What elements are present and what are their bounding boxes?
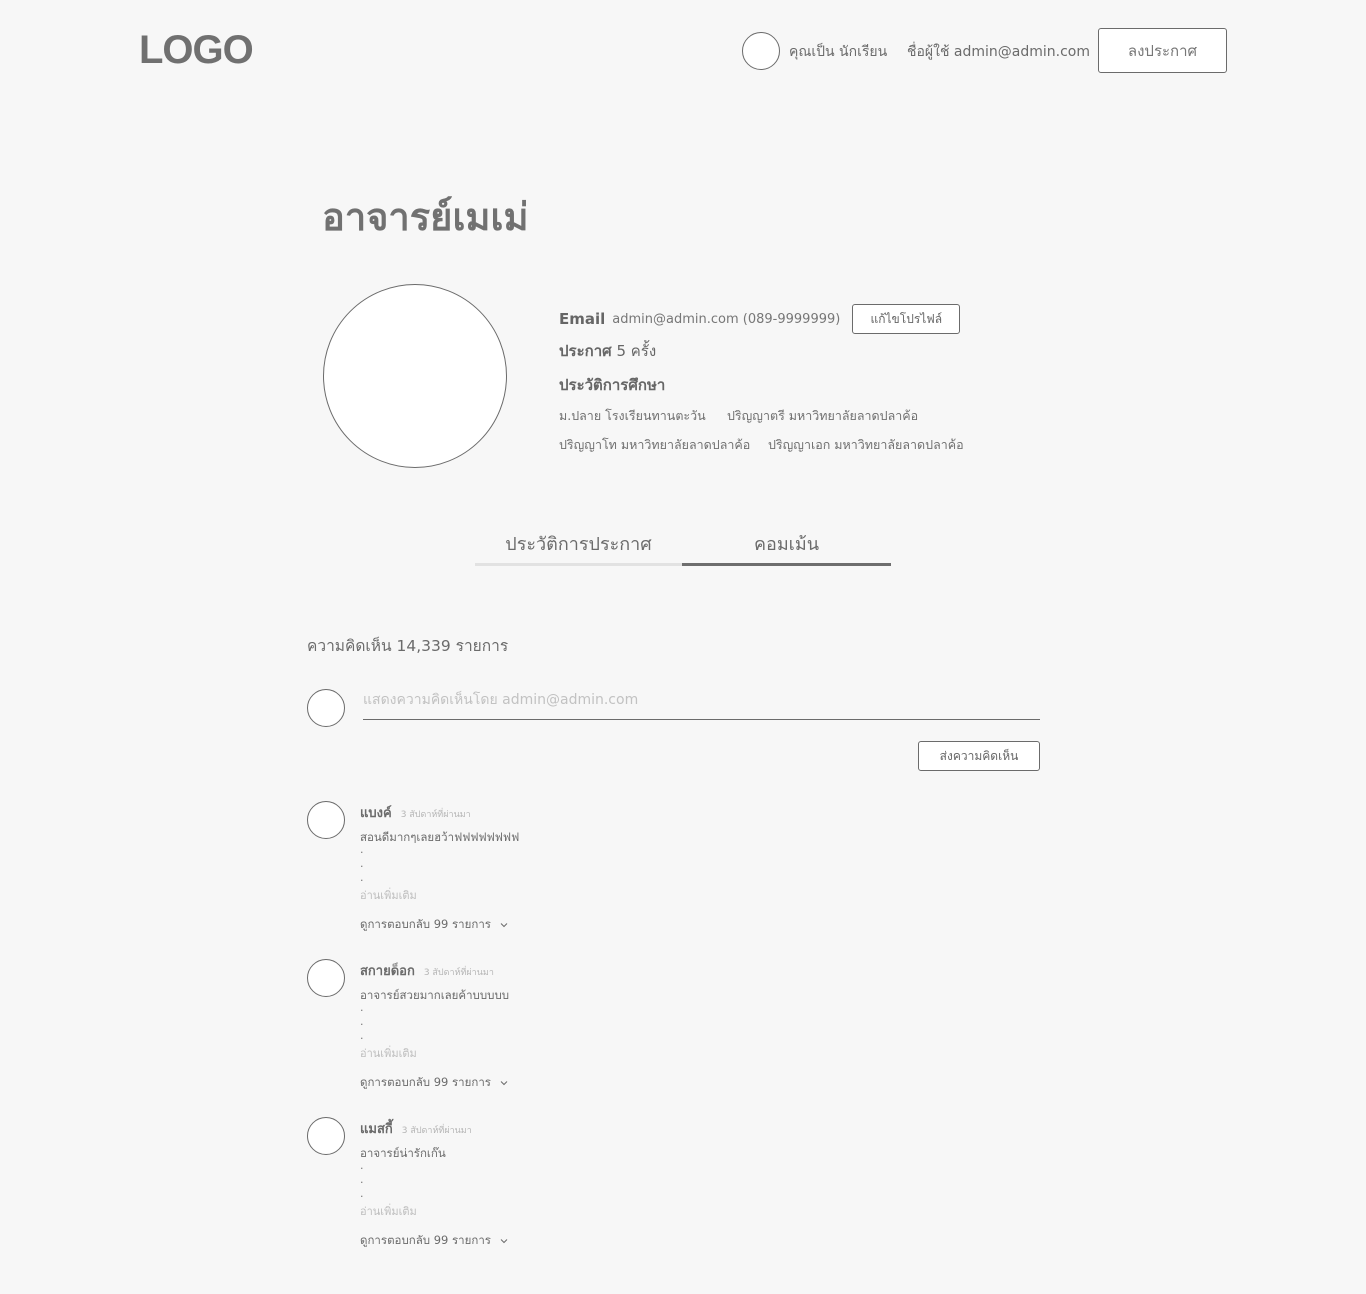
send-comment-button[interactable]: ส่งความคิดเห็น — [918, 741, 1040, 771]
view-replies-button[interactable]: ดูการตอบกลับ 99 รายการ — [360, 1074, 509, 1092]
education-item: ปริญญาเอก มหาวิทยาลัยลาดปลาค้อ — [768, 437, 964, 452]
chevron-down-icon — [500, 1081, 508, 1086]
education-title: ประวัติการศึกษา — [559, 376, 666, 394]
profile-avatar — [323, 284, 507, 468]
post-count-value: 5 ครั้ง — [616, 342, 657, 360]
comment-header: สกายด็อก 3 สัปดาห์ที่ผ่านมา — [360, 960, 494, 981]
chevron-down-icon — [500, 923, 508, 928]
comment-header: แบงค์ 3 สัปดาห์ที่ผ่านมา — [360, 802, 471, 823]
view-replies-button[interactable]: ดูการตอบกลับ 99 รายการ — [360, 916, 509, 934]
email-label: Email — [559, 310, 606, 328]
education-item: ม.ปลาย โรงเรียนทานตะวัน — [559, 408, 706, 423]
view-replies-label: ดูการตอบกลับ 99 รายการ — [360, 1233, 491, 1247]
read-more-link[interactable]: อ่านเพิ่มเติม — [360, 886, 417, 904]
comment-time: 3 สัปดาห์ที่ผ่านมา — [401, 1126, 472, 1136]
tab-active-indicator — [682, 563, 891, 566]
comment-author[interactable]: แมสกี้ — [360, 1118, 393, 1139]
read-more-link[interactable]: อ่านเพิ่มเติม — [360, 1202, 417, 1220]
view-replies-button[interactable]: ดูการตอบกลับ 99 รายการ — [360, 1232, 509, 1250]
post-count-label: ประกาศ — [559, 342, 612, 360]
commenter-avatar — [307, 689, 345, 727]
comment-input[interactable] — [363, 685, 1040, 720]
comment-header: แมสกี้ 3 สัปดาห์ที่ผ่านมา — [360, 1118, 472, 1139]
comment-text: สอนดีมากๆเลยฮว้าฟฟฟฟฟฟฟฟ — [360, 830, 520, 844]
comment-time: 3 สัปดาห์ที่ผ่านมา — [423, 968, 494, 978]
post-count: ประกาศ 5 ครั้ง — [559, 339, 656, 363]
comment-avatar — [307, 801, 345, 839]
education-item: ปริญญาโท มหาวิทยาลัยลาดปลาค้อ — [559, 437, 751, 452]
read-more-link[interactable]: อ่านเพิ่มเติม — [360, 1044, 417, 1062]
comment-author[interactable]: สกายด็อก — [360, 960, 415, 981]
view-replies-label: ดูการตอบกลับ 99 รายการ — [360, 1075, 491, 1089]
tab-post-history[interactable]: ประวัติการประกาศ — [475, 529, 682, 558]
comment-author[interactable]: แบงค์ — [360, 802, 392, 823]
post-announcement-button[interactable]: ลงประกาศ — [1098, 28, 1227, 73]
tab-comments[interactable]: คอมเม้น — [682, 529, 891, 558]
edit-profile-button[interactable]: แก้ไขโปรไฟล์ — [852, 304, 961, 334]
header-avatar[interactable] — [742, 32, 780, 70]
profile-name: อาจารย์เมเม่ — [322, 195, 529, 239]
user-role-text: คุณเป็น นักเรียน — [789, 44, 888, 60]
username-text: ชื่อผู้ใช้ admin@admin.com — [907, 44, 1090, 60]
email-row: Email admin@admin.com (089-9999999) แก้ไ… — [559, 304, 961, 334]
email-value: admin@admin.com (089-9999999) — [612, 311, 841, 327]
chevron-down-icon — [500, 1239, 508, 1244]
comment-avatar — [307, 1117, 345, 1155]
comment-count: ความคิดเห็น 14,339 รายการ — [307, 637, 509, 655]
comment-ellipsis: ... — [360, 1001, 364, 1042]
comment-ellipsis: ... — [360, 843, 364, 884]
comment-avatar — [307, 959, 345, 997]
comment-text: อาจารย์สวยมากเลยค้าบบบบบ — [360, 988, 510, 1002]
comment-ellipsis: ... — [360, 1159, 364, 1200]
view-replies-label: ดูการตอบกลับ 99 รายการ — [360, 917, 491, 931]
logo[interactable]: LOGO — [139, 28, 254, 73]
comment-time: 3 สัปดาห์ที่ผ่านมา — [400, 810, 471, 820]
comment-text: อาจารย์น่ารักเก๊น — [360, 1146, 446, 1160]
education-item: ปริญญาตรี มหาวิทยาลัยลาดปลาค้อ — [727, 408, 919, 423]
